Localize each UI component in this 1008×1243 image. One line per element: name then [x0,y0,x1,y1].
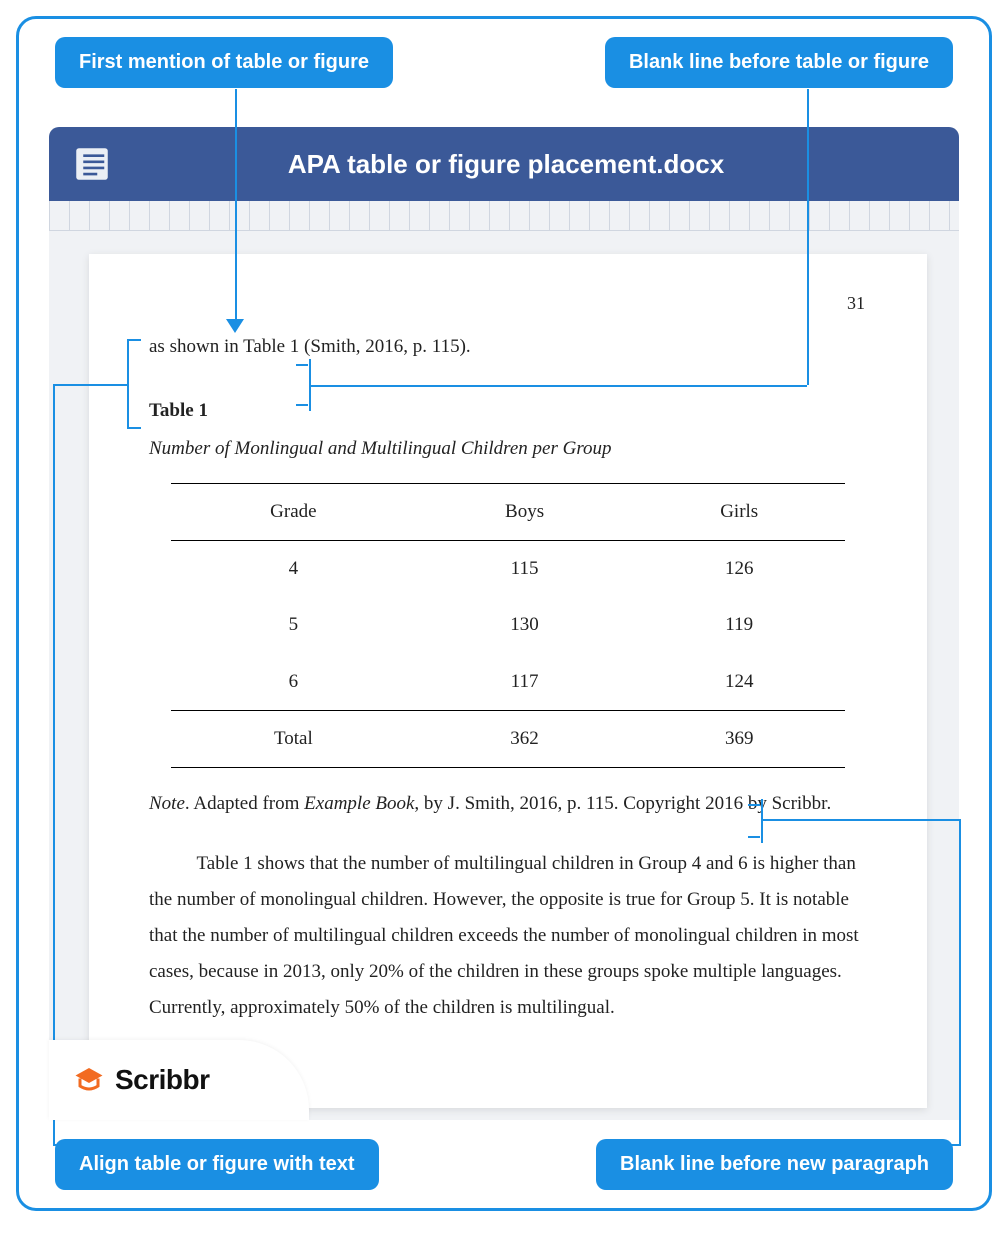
table-total-row: Total 362 369 [171,710,846,767]
table-row: 4 115 126 [171,541,846,598]
callout-first-mention: First mention of table or figure [55,37,393,88]
note-text-before: . Adapted from [185,793,304,814]
bracket-tick [127,339,141,341]
note-label: Note [149,793,185,814]
diagram-frame: First mention of table or figure Blank l… [16,16,992,1211]
intro-line: as shown in Table 1 (Smith, 2016, p. 115… [149,329,867,365]
scribbr-logo: Scribbr [49,1040,309,1120]
bracket-blank-line [309,359,311,411]
table-cell: 362 [416,710,633,767]
connector-line [959,819,961,1144]
callout-row-bottom: Align table or figure with text Blank li… [19,1139,989,1190]
bracket-tick [296,364,308,366]
document-title: APA table or figure placement.docx [113,149,899,180]
ruler [49,201,959,231]
connector-line [53,384,127,386]
table-header: Girls [633,484,846,541]
bracket-tick [127,427,141,429]
table-header-row: Grade Boys Girls [171,484,846,541]
bracket-align [127,339,129,429]
scribbr-cap-icon [71,1062,107,1098]
bracket-blank-paragraph [761,799,763,843]
table-cell: 124 [633,654,846,711]
table-cell: Total [171,710,417,767]
bracket-tick [748,836,760,838]
bracket-tick [296,404,308,406]
table-cell: 130 [416,597,633,653]
arrow-line [235,89,237,319]
table-cell: 4 [171,541,417,598]
note-book-title: Example Book [304,793,414,814]
note-text-after: , by J. Smith, 2016, p. 115. Copyright 2… [414,793,831,814]
callout-row-top: First mention of table or figure Blank l… [19,37,989,88]
table-cell: 126 [633,541,846,598]
table-row: 6 117 124 [171,654,846,711]
arrowhead-icon [226,319,244,333]
document-titlebar: APA table or figure placement.docx [49,127,959,201]
connector-line [763,819,961,821]
scribbr-brand-text: Scribbr [115,1064,210,1096]
table-title: Number of Monlingual and Multilingual Ch… [149,431,867,467]
callout-blank-before-paragraph: Blank line before new paragraph [596,1139,953,1190]
callout-align-table: Align table or figure with text [55,1139,379,1190]
table-cell: 5 [171,597,417,653]
table-cell: 115 [416,541,633,598]
table-header: Boys [416,484,633,541]
table-label: Table 1 [149,393,867,429]
callout-blank-before-table: Blank line before table or figure [605,37,953,88]
bracket-tick [748,804,760,806]
table-cell: 369 [633,710,846,767]
body-paragraph: Table 1 shows that the number of multili… [149,846,867,1026]
data-table: Grade Boys Girls 4 115 126 5 130 119 6 [171,483,846,767]
connector-line [807,89,809,385]
table-header: Grade [171,484,417,541]
connector-line [309,385,807,387]
document-page: 31 as shown in Table 1 (Smith, 2016, p. … [89,254,927,1108]
table-cell: 6 [171,654,417,711]
table-cell: 119 [633,597,846,653]
table-row: 5 130 119 [171,597,846,653]
connector-line [53,384,55,1144]
page-number: 31 [847,286,865,320]
word-icon [71,143,113,185]
table-cell: 117 [416,654,633,711]
